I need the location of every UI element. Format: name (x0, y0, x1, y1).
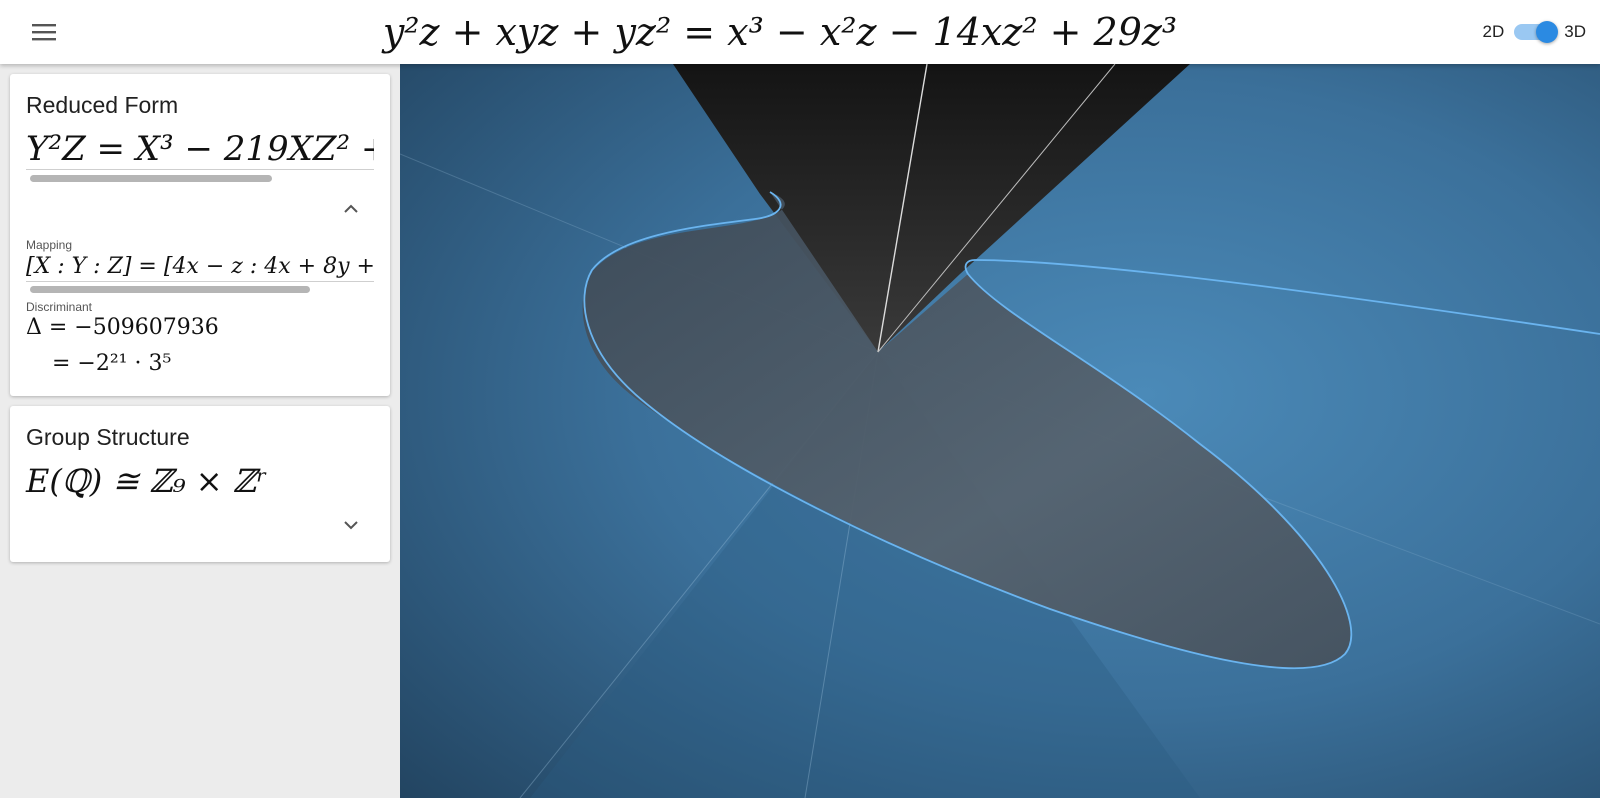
discriminant-value: Δ = −509607936 (26, 315, 219, 340)
reduced-form-scrollbar[interactable] (30, 175, 272, 182)
switch-knob[interactable] (1536, 21, 1559, 43)
sidebar: Reduced Form Y²Z = X³ − 219XZ² + Mapping… (0, 64, 400, 798)
reduced-form-equation[interactable]: Y²Z = X³ − 219XZ² + (26, 128, 374, 170)
group-structure-title: Group Structure (26, 424, 190, 450)
reduced-form-title: Reduced Form (26, 92, 179, 118)
toggle-label-2d[interactable]: 2D (1483, 22, 1505, 42)
chevron-up-icon[interactable] (340, 198, 362, 220)
chevron-down-icon[interactable] (340, 514, 362, 536)
mapping-scrollbar[interactable] (30, 286, 310, 293)
dimension-toggle: 2D 3D (1483, 18, 1586, 46)
mapping-label: Mapping (26, 238, 73, 252)
discriminant-label: Discriminant (26, 300, 93, 314)
toggle-label-3d[interactable]: 3D (1564, 22, 1586, 42)
group-structure-card: Group Structure E(ℚ) ≅ ℤ₉ × ℤʳ (10, 406, 390, 562)
mapping-formula[interactable]: [X : Y : Z] = [4x − z : 4x + 8y + · (26, 252, 374, 282)
reduced-form-card: Reduced Form Y²Z = X³ − 219XZ² + Mapping… (10, 74, 390, 396)
group-structure-formula: E(ℚ) ≅ ℤ₉ × ℤʳ (26, 462, 268, 500)
discriminant-factored: = −2²¹ · 3⁵ (52, 351, 172, 376)
3d-plot-viewport[interactable] (400, 64, 1600, 798)
3d-curve-scene[interactable] (400, 64, 1600, 798)
dimension-switch[interactable] (1514, 21, 1559, 43)
hamburger-menu-icon[interactable] (28, 18, 60, 46)
top-app-bar: y²z + xyz + yz² = x³ − x²z − 14xz² + 29z… (0, 0, 1600, 64)
curve-equation-title: y²z + xyz + yz² = x³ − x²z − 14xz² + 29z… (382, 10, 1178, 54)
